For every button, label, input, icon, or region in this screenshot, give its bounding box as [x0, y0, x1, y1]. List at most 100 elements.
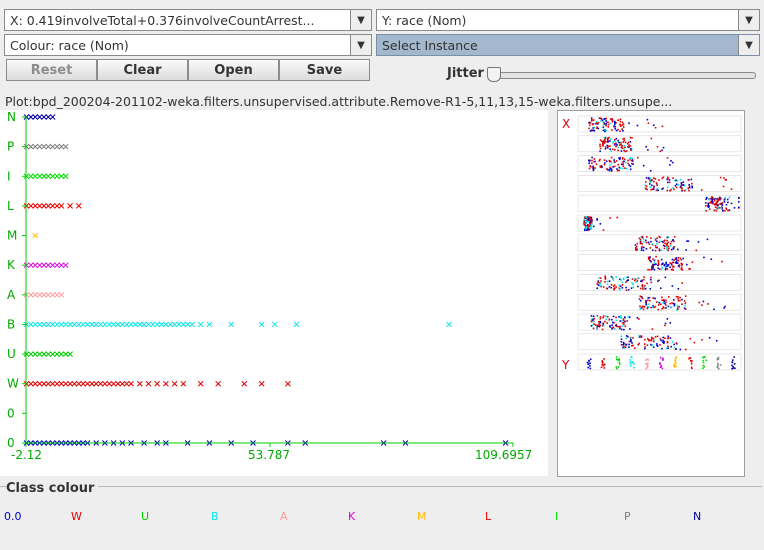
attribute-strip[interactable]: [577, 214, 742, 232]
data-point[interactable]: [36, 380, 43, 387]
data-point[interactable]: [32, 291, 39, 298]
data-point[interactable]: [128, 321, 134, 328]
jitter-slider-thumb[interactable]: [487, 67, 501, 82]
legend-class-U[interactable]: U: [141, 510, 149, 523]
data-point[interactable]: [49, 321, 56, 328]
data-point[interactable]: [71, 380, 78, 387]
data-point[interactable]: [75, 321, 82, 328]
data-point[interactable]: [36, 351, 43, 357]
data-point[interactable]: [62, 143, 69, 150]
data-point[interactable]: [163, 321, 169, 328]
data-point[interactable]: [28, 262, 34, 269]
legend-class-L[interactable]: L: [485, 510, 491, 523]
data-point[interactable]: [28, 351, 34, 357]
clear-button[interactable]: Clear: [97, 59, 188, 81]
data-point[interactable]: [132, 321, 139, 328]
data-point[interactable]: [67, 203, 73, 209]
data-point[interactable]: [28, 173, 34, 180]
data-point[interactable]: [271, 321, 278, 328]
data-point[interactable]: [28, 380, 34, 387]
data-point[interactable]: [171, 380, 178, 387]
data-point[interactable]: [93, 380, 100, 387]
data-point[interactable]: [141, 321, 147, 328]
data-point[interactable]: [75, 380, 82, 387]
data-point[interactable]: [93, 321, 100, 328]
data-point[interactable]: [32, 351, 39, 357]
data-point[interactable]: [49, 351, 56, 357]
data-point[interactable]: [58, 291, 65, 298]
data-point[interactable]: [284, 380, 291, 387]
data-point[interactable]: [119, 321, 126, 328]
data-point[interactable]: [97, 380, 104, 387]
data-point[interactable]: [67, 321, 73, 328]
data-point[interactable]: [123, 380, 130, 387]
legend-class-I[interactable]: I: [555, 510, 558, 523]
data-point[interactable]: [45, 351, 52, 357]
legend-class-W[interactable]: W: [71, 510, 82, 523]
attribute-panel[interactable]: X Y: [557, 110, 745, 477]
data-point[interactable]: [32, 232, 39, 239]
data-point[interactable]: [184, 321, 191, 328]
data-point[interactable]: [197, 380, 204, 387]
data-point[interactable]: [54, 291, 60, 298]
attribute-strip[interactable]: [577, 234, 742, 252]
legend-class-0-0[interactable]: 0.0: [4, 510, 22, 523]
attribute-strip[interactable]: [577, 115, 742, 133]
data-point[interactable]: [110, 380, 117, 387]
x-axis-select[interactable]: X: 0.419involveTotal+0.376involveCountAr…: [4, 9, 372, 31]
data-point[interactable]: [58, 351, 65, 357]
data-point[interactable]: [41, 321, 47, 328]
data-point[interactable]: [67, 351, 73, 357]
reset-button[interactable]: Reset: [6, 59, 97, 81]
data-point[interactable]: [102, 380, 108, 387]
data-point[interactable]: [58, 203, 65, 209]
data-point[interactable]: [54, 262, 60, 269]
data-point[interactable]: [258, 321, 265, 328]
data-point[interactable]: [58, 143, 65, 150]
data-point[interactable]: [189, 321, 195, 328]
scatter-plot-area[interactable]: 00WUBAKMLIPN -2.12 53.787 109.6957: [0, 110, 548, 476]
data-point[interactable]: [62, 351, 69, 357]
attribute-strip[interactable]: [577, 254, 742, 271]
data-point[interactable]: [145, 380, 152, 387]
data-point[interactable]: [54, 173, 60, 180]
data-point[interactable]: [36, 321, 43, 328]
data-point[interactable]: [54, 203, 60, 209]
data-point[interactable]: [41, 291, 47, 298]
attribute-strip[interactable]: [577, 293, 742, 311]
chevron-down-icon[interactable]: ▼: [350, 35, 371, 55]
legend-class-M[interactable]: M: [417, 510, 427, 523]
data-point[interactable]: [58, 321, 65, 328]
select-instance-select[interactable]: Select Instance ▼: [376, 34, 760, 56]
data-point[interactable]: [62, 173, 69, 180]
data-point[interactable]: [28, 321, 34, 328]
data-point[interactable]: [49, 380, 56, 387]
data-point[interactable]: [293, 321, 300, 328]
data-point[interactable]: [119, 380, 126, 387]
data-point[interactable]: [258, 380, 265, 387]
data-point[interactable]: [62, 321, 69, 328]
data-point[interactable]: [45, 291, 52, 298]
data-point[interactable]: [71, 321, 78, 328]
data-point[interactable]: [36, 203, 43, 209]
data-point[interactable]: [58, 380, 65, 387]
data-point[interactable]: [49, 291, 56, 298]
data-point[interactable]: [45, 143, 52, 150]
legend-class-N[interactable]: N: [693, 510, 701, 523]
data-point[interactable]: [45, 203, 52, 209]
data-point[interactable]: [28, 114, 34, 120]
data-point[interactable]: [41, 143, 47, 150]
jitter-slider-track[interactable]: [490, 72, 756, 79]
data-point[interactable]: [36, 143, 43, 150]
data-point[interactable]: [62, 262, 69, 269]
data-point[interactable]: [136, 380, 143, 387]
legend-class-K[interactable]: K: [348, 510, 355, 523]
data-point[interactable]: [45, 114, 52, 120]
data-point[interactable]: [228, 321, 235, 328]
data-point[interactable]: [75, 203, 82, 209]
data-point[interactable]: [88, 380, 95, 387]
data-point[interactable]: [54, 143, 60, 150]
data-point[interactable]: [32, 143, 39, 150]
attribute-strip[interactable]: [577, 135, 742, 153]
data-point[interactable]: [80, 321, 86, 328]
